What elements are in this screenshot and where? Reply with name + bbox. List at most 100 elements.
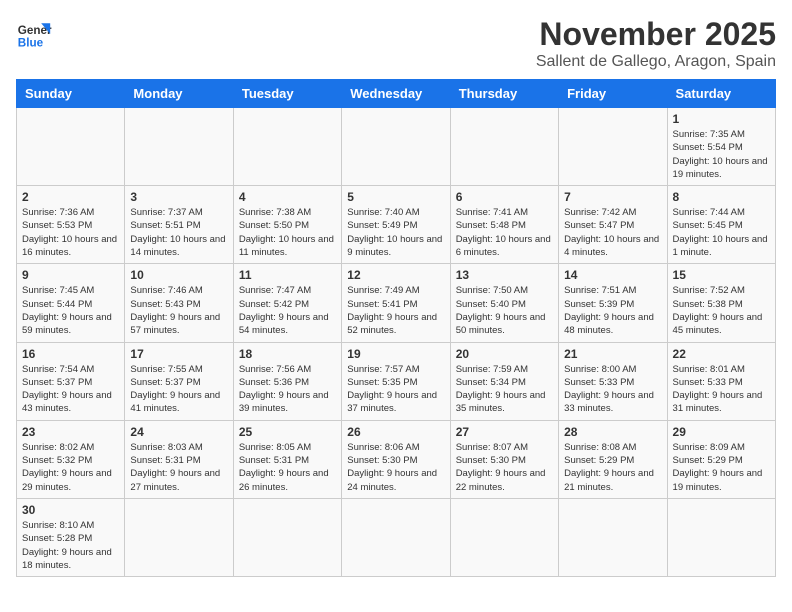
calendar-cell	[450, 498, 558, 576]
calendar-cell: 27 Sunrise: 8:07 AM Sunset: 5:30 PM Dayli…	[450, 420, 558, 498]
day-info: Sunrise: 8:05 AM Sunset: 5:31 PM Dayligh…	[239, 441, 336, 494]
calendar-cell: 18 Sunrise: 7:56 AM Sunset: 5:36 PM Dayli…	[233, 342, 341, 420]
day-number: 11	[239, 268, 336, 282]
col-header-thursday: Thursday	[450, 80, 558, 108]
calendar-cell: 13 Sunrise: 7:50 AM Sunset: 5:40 PM Dayli…	[450, 264, 558, 342]
day-info: Sunrise: 7:45 AM Sunset: 5:44 PM Dayligh…	[22, 284, 119, 337]
calendar-cell: 20Sunrise: 7:59 AM Sunset: 5:34 PM Dayli…	[450, 342, 558, 420]
day-number: 15	[673, 268, 770, 282]
calendar-cell	[450, 108, 558, 186]
day-number: 27	[456, 425, 553, 439]
month-title: November 2025	[536, 16, 776, 53]
calendar-cell: 28 Sunrise: 8:08 AM Sunset: 5:29 PM Dayli…	[559, 420, 667, 498]
calendar-cell: 21 Sunrise: 8:00 AM Sunset: 5:33 PM Dayli…	[559, 342, 667, 420]
calendar-week-row: 30 Sunrise: 8:10 AM Sunset: 5:28 PM Dayli…	[17, 498, 776, 576]
calendar-cell	[342, 108, 450, 186]
calendar-cell: 7Sunrise: 7:42 AM Sunset: 5:47 PM Daylig…	[559, 186, 667, 264]
day-info: Sunrise: 7:46 AM Sunset: 5:43 PM Dayligh…	[130, 284, 227, 337]
location-title: Sallent de Gallego, Aragon, Spain	[536, 53, 776, 71]
calendar-cell: 1 Sunrise: 7:35 AM Sunset: 5:54 PM Daylig…	[667, 108, 775, 186]
calendar-cell	[125, 498, 233, 576]
day-number: 6	[456, 190, 553, 204]
day-number: 29	[673, 425, 770, 439]
day-info: Sunrise: 8:01 AM Sunset: 5:33 PM Dayligh…	[673, 363, 770, 416]
day-info: Sunrise: 7:54 AM Sunset: 5:37 PM Dayligh…	[22, 363, 119, 416]
day-number: 13	[456, 268, 553, 282]
calendar-cell: 24Sunrise: 8:03 AM Sunset: 5:31 PM Dayli…	[125, 420, 233, 498]
day-info: Sunrise: 7:56 AM Sunset: 5:36 PM Dayligh…	[239, 363, 336, 416]
calendar-week-row: 16 Sunrise: 7:54 AM Sunset: 5:37 PM Dayli…	[17, 342, 776, 420]
calendar-cell	[559, 498, 667, 576]
calendar-cell: 26 Sunrise: 8:06 AM Sunset: 5:30 PM Dayli…	[342, 420, 450, 498]
day-info: Sunrise: 7:55 AM Sunset: 5:37 PM Dayligh…	[130, 363, 227, 416]
day-number: 14	[564, 268, 661, 282]
day-number: 9	[22, 268, 119, 282]
day-number: 30	[22, 503, 119, 517]
day-number: 18	[239, 347, 336, 361]
calendar-week-row: 23Sunrise: 8:02 AM Sunset: 5:32 PM Dayli…	[17, 420, 776, 498]
day-info: Sunrise: 7:57 AM Sunset: 5:35 PM Dayligh…	[347, 363, 444, 416]
day-info: Sunrise: 8:09 AM Sunset: 5:29 PM Dayligh…	[673, 441, 770, 494]
calendar-cell: 5Sunrise: 7:40 AM Sunset: 5:49 PM Daylig…	[342, 186, 450, 264]
calendar-cell: 30 Sunrise: 8:10 AM Sunset: 5:28 PM Dayli…	[17, 498, 125, 576]
calendar-cell: 11Sunrise: 7:47 AM Sunset: 5:42 PM Dayli…	[233, 264, 341, 342]
day-info: Sunrise: 7:42 AM Sunset: 5:47 PM Dayligh…	[564, 206, 661, 259]
day-info: Sunrise: 7:38 AM Sunset: 5:50 PM Dayligh…	[239, 206, 336, 259]
col-header-friday: Friday	[559, 80, 667, 108]
day-number: 16	[22, 347, 119, 361]
calendar-cell: 9 Sunrise: 7:45 AM Sunset: 5:44 PM Daylig…	[17, 264, 125, 342]
day-info: Sunrise: 7:37 AM Sunset: 5:51 PM Dayligh…	[130, 206, 227, 259]
title-block: November 2025 Sallent de Gallego, Aragon…	[536, 16, 776, 71]
day-info: Sunrise: 7:35 AM Sunset: 5:54 PM Dayligh…	[673, 128, 770, 181]
day-number: 8	[673, 190, 770, 204]
calendar-week-row: 2 Sunrise: 7:36 AM Sunset: 5:53 PM Daylig…	[17, 186, 776, 264]
calendar-week-row: 9 Sunrise: 7:45 AM Sunset: 5:44 PM Daylig…	[17, 264, 776, 342]
day-number: 12	[347, 268, 444, 282]
calendar-cell: 10 Sunrise: 7:46 AM Sunset: 5:43 PM Dayli…	[125, 264, 233, 342]
calendar-table: SundayMondayTuesdayWednesdayThursdayFrid…	[16, 79, 776, 577]
calendar-header-row: SundayMondayTuesdayWednesdayThursdayFrid…	[17, 80, 776, 108]
logo: General Blue	[16, 16, 52, 52]
col-header-saturday: Saturday	[667, 80, 775, 108]
calendar-cell: 23Sunrise: 8:02 AM Sunset: 5:32 PM Dayli…	[17, 420, 125, 498]
day-number: 1	[673, 112, 770, 126]
calendar-cell	[125, 108, 233, 186]
day-info: Sunrise: 8:08 AM Sunset: 5:29 PM Dayligh…	[564, 441, 661, 494]
col-header-sunday: Sunday	[17, 80, 125, 108]
day-number: 17	[130, 347, 227, 361]
day-number: 25	[239, 425, 336, 439]
calendar-cell: 3 Sunrise: 7:37 AM Sunset: 5:51 PM Daylig…	[125, 186, 233, 264]
calendar-cell: 6 Sunrise: 7:41 AM Sunset: 5:48 PM Daylig…	[450, 186, 558, 264]
day-number: 21	[564, 347, 661, 361]
day-info: Sunrise: 8:07 AM Sunset: 5:30 PM Dayligh…	[456, 441, 553, 494]
day-number: 2	[22, 190, 119, 204]
day-info: Sunrise: 8:06 AM Sunset: 5:30 PM Dayligh…	[347, 441, 444, 494]
day-info: Sunrise: 7:36 AM Sunset: 5:53 PM Dayligh…	[22, 206, 119, 259]
day-info: Sunrise: 8:10 AM Sunset: 5:28 PM Dayligh…	[22, 519, 119, 572]
day-info: Sunrise: 7:49 AM Sunset: 5:41 PM Dayligh…	[347, 284, 444, 337]
calendar-cell	[667, 498, 775, 576]
svg-text:Blue: Blue	[18, 37, 44, 50]
col-header-wednesday: Wednesday	[342, 80, 450, 108]
day-info: Sunrise: 8:00 AM Sunset: 5:33 PM Dayligh…	[564, 363, 661, 416]
day-info: Sunrise: 7:41 AM Sunset: 5:48 PM Dayligh…	[456, 206, 553, 259]
calendar-cell: 14 Sunrise: 7:51 AM Sunset: 5:39 PM Dayli…	[559, 264, 667, 342]
calendar-week-row: 1 Sunrise: 7:35 AM Sunset: 5:54 PM Daylig…	[17, 108, 776, 186]
col-header-tuesday: Tuesday	[233, 80, 341, 108]
day-number: 20	[456, 347, 553, 361]
day-number: 26	[347, 425, 444, 439]
day-info: Sunrise: 7:52 AM Sunset: 5:38 PM Dayligh…	[673, 284, 770, 337]
calendar-cell	[233, 498, 341, 576]
logo-icon: General Blue	[16, 16, 52, 52]
day-number: 10	[130, 268, 227, 282]
day-info: Sunrise: 7:50 AM Sunset: 5:40 PM Dayligh…	[456, 284, 553, 337]
calendar-cell: 29 Sunrise: 8:09 AM Sunset: 5:29 PM Dayli…	[667, 420, 775, 498]
day-number: 3	[130, 190, 227, 204]
calendar-cell: 19Sunrise: 7:57 AM Sunset: 5:35 PM Dayli…	[342, 342, 450, 420]
day-number: 24	[130, 425, 227, 439]
day-info: Sunrise: 7:51 AM Sunset: 5:39 PM Dayligh…	[564, 284, 661, 337]
day-number: 28	[564, 425, 661, 439]
calendar-cell: 25 Sunrise: 8:05 AM Sunset: 5:31 PM Dayli…	[233, 420, 341, 498]
calendar-cell: 12 Sunrise: 7:49 AM Sunset: 5:41 PM Dayli…	[342, 264, 450, 342]
calendar-cell	[559, 108, 667, 186]
